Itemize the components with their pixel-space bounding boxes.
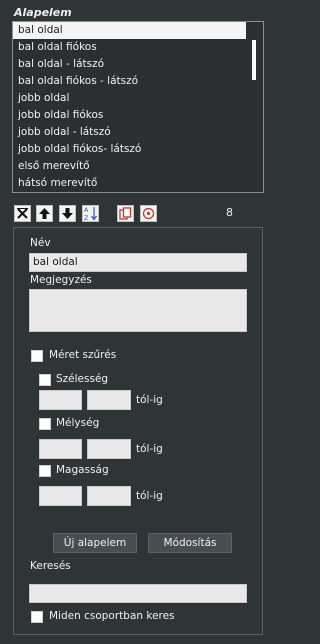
item-count: 8 — [226, 206, 233, 219]
list-item[interactable]: bal oldal fiókos — [13, 39, 247, 56]
width-checkbox[interactable] — [39, 374, 51, 386]
list-item[interactable]: hátsó merevítő — [13, 175, 247, 192]
depth-label: Mélység — [56, 417, 100, 429]
sort-az-icon: A Z — [84, 206, 97, 221]
list-item[interactable]: bal oldal fiókos - látszó — [13, 73, 247, 90]
svg-text:A: A — [84, 206, 89, 214]
depth-from-input[interactable] — [39, 439, 82, 459]
height-to-input[interactable] — [87, 486, 131, 506]
list-item[interactable]: jobb oldal - látszó — [13, 124, 247, 141]
width-label: Szélesség — [56, 373, 109, 385]
target-button[interactable] — [140, 205, 157, 222]
svg-text:Z: Z — [84, 214, 89, 221]
search-input[interactable] — [29, 584, 247, 603]
list-item[interactable]: bal oldal - látszó — [13, 56, 247, 73]
new-element-button[interactable]: Új alapelem — [53, 533, 137, 553]
note-label: Megjegyzés — [30, 274, 92, 286]
details-panel: Név bal oldal Megjegyzés Méret szűrés Sz… — [13, 227, 263, 635]
all-groups-checkbox[interactable] — [31, 611, 43, 623]
depth-checkbox[interactable] — [39, 418, 51, 430]
element-list-items: bal oldal bal oldal fiókos bal oldal - l… — [13, 22, 247, 192]
arrow-down-icon — [62, 208, 73, 219]
list-item[interactable]: első merevítő — [13, 158, 247, 175]
scrollbar-thumb[interactable] — [252, 40, 256, 80]
depth-range-label: tól-ig — [136, 443, 163, 455]
target-icon — [142, 207, 155, 220]
search-label: Keresés — [30, 560, 71, 572]
height-range-label: tól-ig — [136, 490, 163, 502]
sort-button[interactable]: A Z — [82, 205, 99, 222]
element-list[interactable]: bal oldal bal oldal fiókos bal oldal - l… — [12, 21, 264, 193]
width-to-input[interactable] — [87, 390, 131, 410]
list-item[interactable]: bal oldal — [13, 22, 247, 39]
name-input[interactable]: bal oldal — [29, 253, 247, 272]
modify-button[interactable]: Módosítás — [148, 533, 232, 553]
copy-icon — [119, 207, 132, 220]
height-label: Magasság — [56, 464, 109, 476]
size-filter-label: Méret szűrés — [49, 349, 117, 361]
arrow-up-icon — [39, 208, 50, 219]
list-item[interactable]: jobb oldal fiókos- látszó — [13, 141, 247, 158]
delete-button[interactable] — [14, 205, 31, 222]
size-filter-checkbox[interactable] — [31, 350, 43, 362]
list-scrollbar[interactable] — [246, 22, 263, 192]
height-checkbox[interactable] — [39, 465, 51, 477]
move-down-button[interactable] — [59, 205, 76, 222]
all-groups-label: Miden csoportban keres — [49, 610, 175, 622]
name-label: Név — [30, 237, 51, 249]
note-textarea[interactable] — [29, 289, 247, 332]
list-item[interactable]: jobb oldal — [13, 90, 247, 107]
window-title: Alapelem — [14, 6, 72, 19]
list-item[interactable]: jobb oldal fiókos — [13, 107, 247, 124]
width-range-label: tól-ig — [136, 394, 163, 406]
height-from-input[interactable] — [39, 486, 82, 506]
copy-button[interactable] — [117, 205, 134, 222]
delete-x-icon — [17, 208, 28, 219]
width-from-input[interactable] — [39, 390, 82, 410]
move-up-button[interactable] — [36, 205, 53, 222]
depth-to-input[interactable] — [87, 439, 131, 459]
